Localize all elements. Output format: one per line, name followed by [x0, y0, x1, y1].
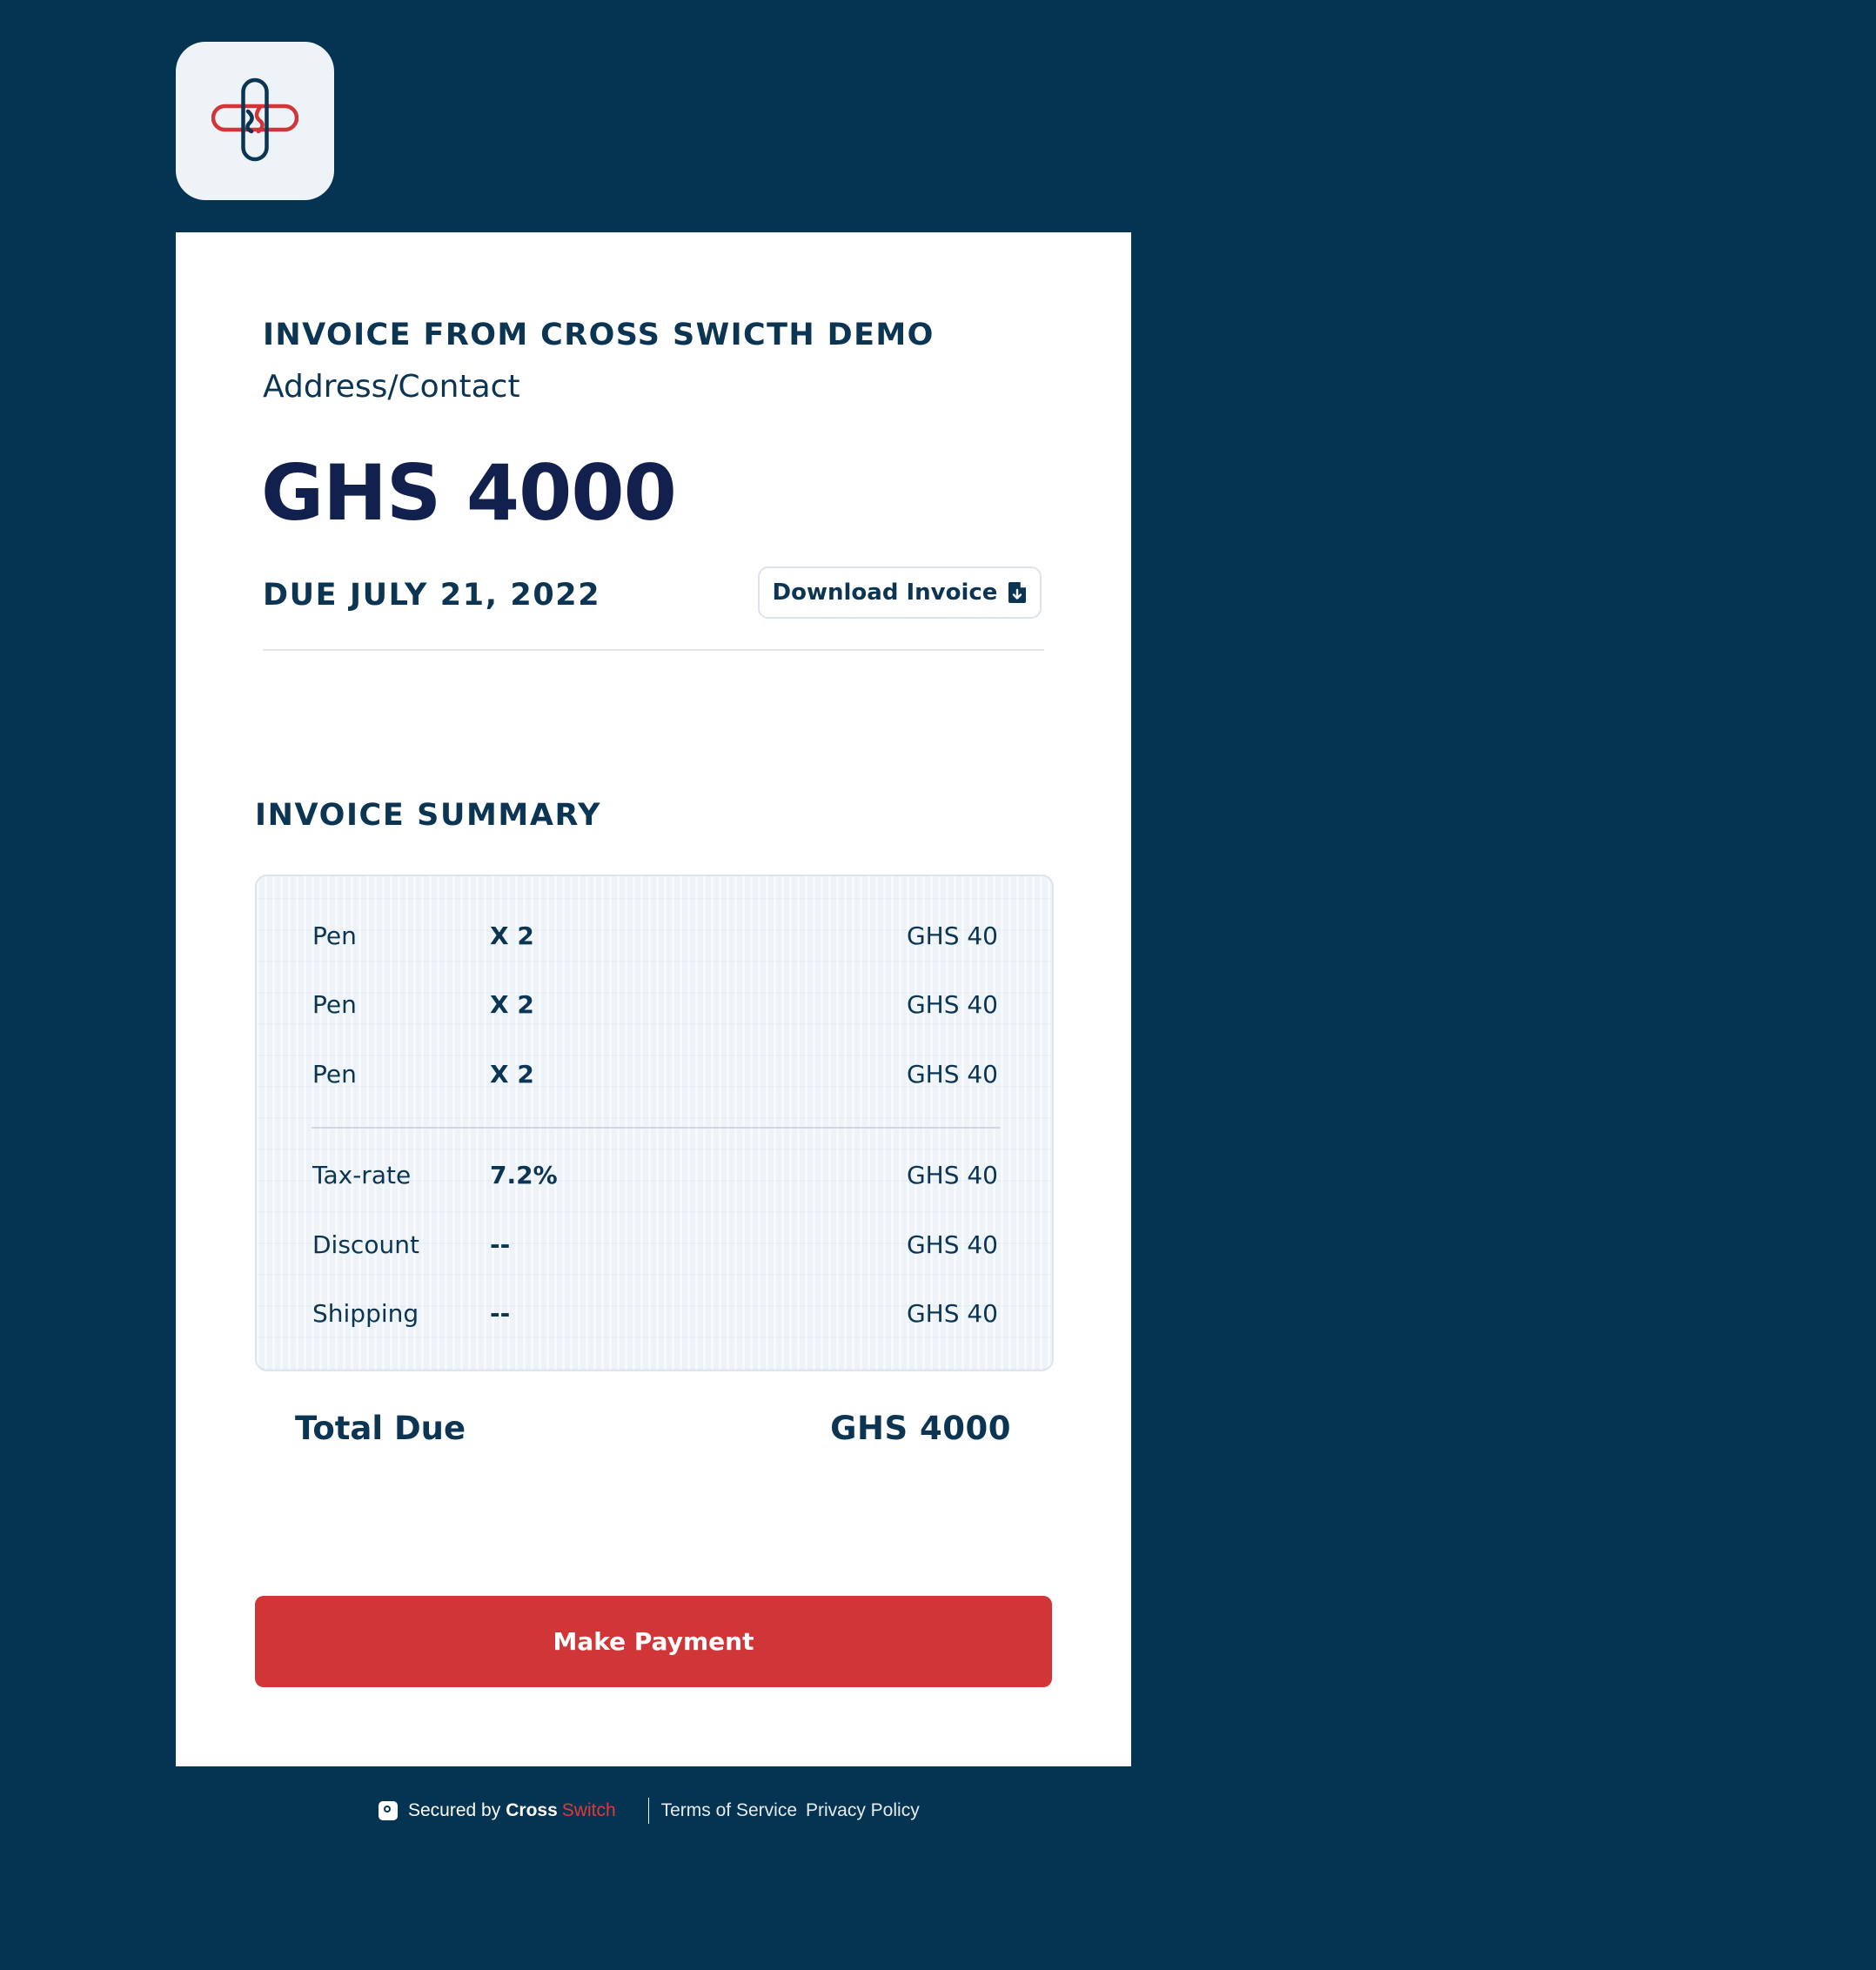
invoice-due-date: DUE JULY 21, 2022	[263, 578, 601, 613]
file-download-icon	[1008, 582, 1027, 603]
footer-separator	[647, 1798, 649, 1824]
item-amount: GHS 40	[906, 1060, 998, 1089]
header-divider	[263, 649, 1044, 651]
invoice-summary-heading: INVOICE SUMMARY	[255, 798, 602, 833]
download-invoice-button[interactable]: Download Invoice	[758, 566, 1042, 619]
tax-label: Tax-rate	[312, 1161, 412, 1189]
item-amount: GHS 40	[906, 990, 998, 1019]
item-amount: GHS 40	[906, 921, 998, 950]
list-item: Pen X 2 GHS 40	[257, 1060, 1052, 1095]
discount-label: Discount	[312, 1230, 419, 1259]
item-quantity: X 2	[490, 990, 534, 1019]
shipping-label: Shipping	[312, 1299, 419, 1328]
item-quantity: X 2	[490, 1060, 534, 1089]
item-name: Pen	[312, 1060, 357, 1089]
download-invoice-label: Download Invoice	[772, 580, 998, 606]
tax-amount: GHS 40	[906, 1161, 998, 1189]
brand-switch-text: Switch	[561, 1800, 616, 1820]
invoice-from-title: INVOICE FROM CROSS SWICTH DEMO	[263, 318, 935, 352]
total-due-label: Total Due	[295, 1410, 466, 1447]
secure-shield-icon	[379, 1801, 398, 1820]
summary-row-shipping: Shipping -- GHS 40	[257, 1299, 1052, 1334]
brand-cross-text: Cross	[506, 1800, 558, 1820]
secured-by-text: Secured by	[408, 1800, 501, 1820]
footer: Secured by Cross Switch Terms of Service…	[379, 1798, 920, 1824]
total-due-value: GHS 4000	[830, 1410, 1011, 1447]
summary-row-tax: Tax-rate 7.2% GHS 40	[257, 1161, 1052, 1196]
privacy-policy-link[interactable]: Privacy Policy	[806, 1800, 920, 1821]
invoice-amount: GHS 4000	[261, 448, 677, 538]
brand-logo	[176, 42, 334, 200]
list-item: Pen X 2 GHS 40	[257, 921, 1052, 956]
item-name: Pen	[312, 921, 357, 950]
discount-value: --	[490, 1230, 511, 1259]
invoice-address: Address/Contact	[263, 369, 520, 405]
summary-row-discount: Discount -- GHS 40	[257, 1230, 1052, 1265]
cross-switch-logo-icon	[211, 77, 298, 162]
invoice-card: INVOICE FROM CROSS SWICTH DEMO Address/C…	[176, 232, 1131, 1766]
make-payment-button[interactable]: Make Payment	[255, 1596, 1052, 1687]
discount-amount: GHS 40	[906, 1230, 998, 1259]
terms-of-service-link[interactable]: Terms of Service	[661, 1800, 797, 1821]
invoice-summary-box: Pen X 2 GHS 40 Pen X 2 GHS 40 Pen X 2 GH…	[255, 874, 1054, 1371]
list-item: Pen X 2 GHS 40	[257, 990, 1052, 1025]
shipping-value: --	[490, 1299, 511, 1328]
tax-rate-value: 7.2%	[490, 1161, 558, 1189]
item-name: Pen	[312, 990, 357, 1019]
item-quantity: X 2	[490, 921, 534, 950]
shipping-amount: GHS 40	[906, 1299, 998, 1328]
summary-divider	[312, 1127, 1001, 1129]
